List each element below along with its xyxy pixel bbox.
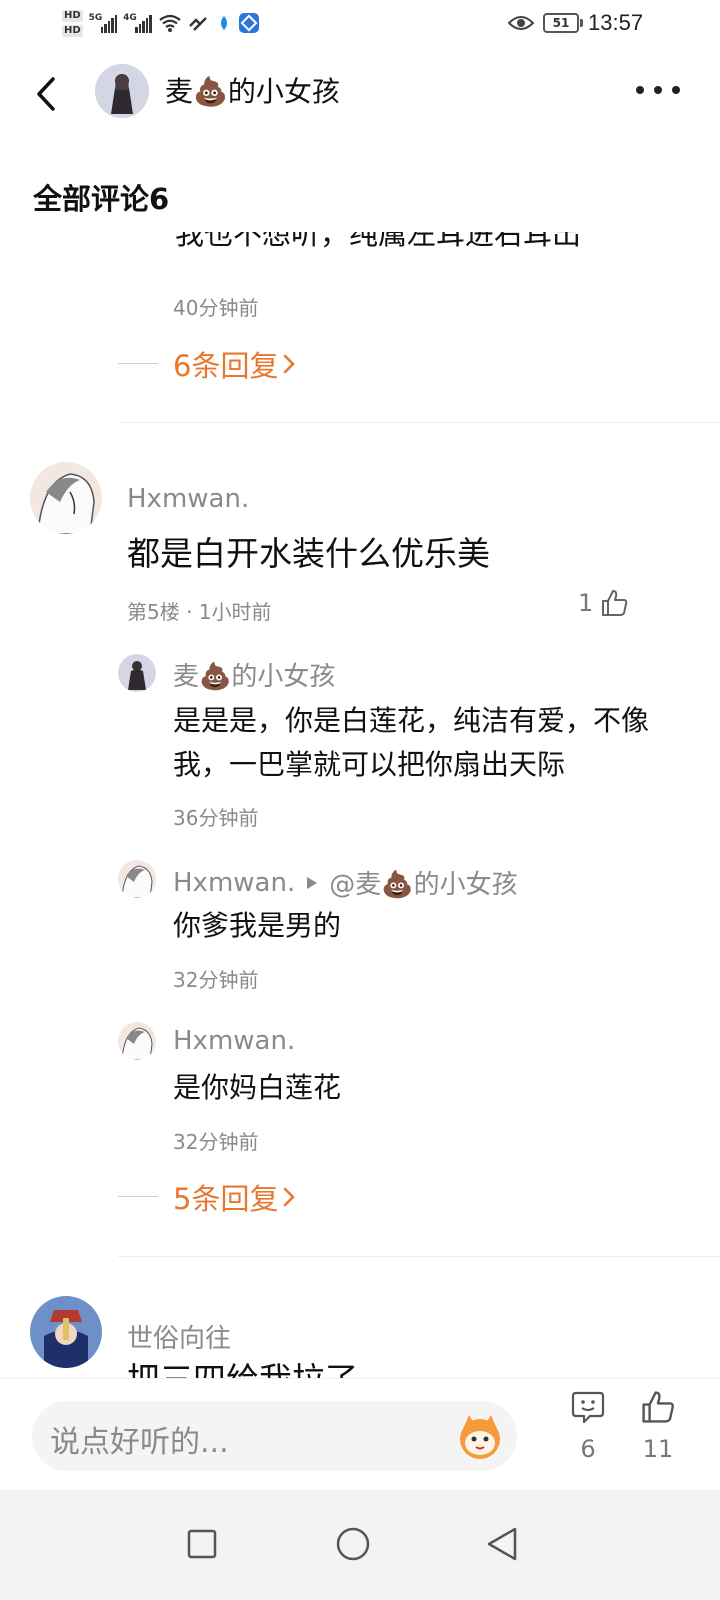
replier-avatar[interactable] (118, 860, 156, 898)
hd-badge: HD (62, 24, 83, 37)
comment-input[interactable]: 说点好听的... (32, 1401, 517, 1471)
input-placeholder: 说点好听的... (50, 1425, 229, 1460)
reply-text: 你爹我是男的 (173, 909, 342, 942)
reply-text: 是是是，你是白莲花，纯洁有爱，不像我，一巴掌就可以把你扇出天际 (173, 704, 650, 781)
divider (118, 422, 720, 423)
emoji-mascot-icon[interactable] (455, 1411, 505, 1461)
clock: 13:57 (588, 10, 644, 35)
app-notification-icon (238, 13, 259, 33)
commenter-name[interactable]: Hxmwan. (127, 484, 249, 514)
divider (118, 1256, 720, 1257)
chevron-left-icon (37, 77, 55, 111)
app-notification-icon (220, 16, 227, 30)
comments-title: 全部评论6 (33, 182, 170, 216)
status-bar: HD HD 5G 4G 51 13:57 (0, 0, 720, 48)
square-icon (187, 1529, 217, 1559)
hd-badge: HD (62, 9, 83, 22)
avatar-image (118, 860, 156, 898)
reply-time: 36分钟前 (173, 806, 259, 830)
replier-avatar[interactable] (118, 654, 156, 692)
play-arrow-icon (307, 876, 318, 889)
reply-divider-line (118, 1196, 158, 1197)
author-avatar[interactable] (95, 64, 149, 118)
reply-text: 是你妈白莲花 (173, 1071, 342, 1104)
comment-count: 6 (580, 1435, 596, 1463)
reply-to-name[interactable]: @麦💩的小女孩 (329, 864, 517, 901)
thumbs-up-icon (602, 590, 628, 616)
comment-meta: 第5楼 · 1小时前 (127, 600, 272, 624)
thumbs-up-icon (642, 1391, 674, 1423)
battery-icon: 51 (543, 13, 583, 33)
commenter-name[interactable]: 世俗向往 (127, 1318, 231, 1355)
back-button[interactable] (30, 72, 62, 116)
view-replies-button[interactable]: 6条回复 (173, 343, 296, 385)
link-icon (188, 17, 207, 31)
like-post-button[interactable]: 11 (628, 1389, 688, 1479)
status-left: HD HD 5G 4G (62, 6, 260, 40)
more-button[interactable] (636, 80, 680, 100)
home-button[interactable] (323, 1514, 383, 1574)
triangle-back-icon (487, 1527, 517, 1561)
view-replies-button[interactable]: 5条回复 (173, 1176, 296, 1218)
wifi-icon (158, 14, 181, 32)
replier-avatar[interactable] (118, 1022, 156, 1060)
like-count: 1 (578, 589, 594, 617)
signal-5g-icon: 5G (89, 13, 118, 33)
recents-button[interactable] (172, 1514, 232, 1574)
system-nav-bar (0, 1490, 720, 1600)
like-count: 11 (642, 1435, 674, 1463)
avatar-image (30, 1296, 102, 1368)
comment-text: 都是白开水装什么优乐美 (127, 534, 490, 573)
comment-bar: 说点好听的... 6 11 (0, 1378, 720, 1490)
more-icon (636, 86, 644, 94)
like-button[interactable]: 1 (578, 588, 629, 618)
chevron-right-icon (284, 354, 296, 374)
replier-name[interactable]: 麦💩的小女孩 (173, 656, 335, 693)
chevron-right-icon (284, 1187, 296, 1207)
reply-time: 32分钟前 (173, 1130, 259, 1154)
author-name[interactable]: 麦💩的小女孩 (165, 72, 340, 112)
partial-reply-text: 我也不想听，纯属左耳进右耳出 (175, 232, 582, 251)
comment-bubble-icon (571, 1391, 605, 1424)
replier-name[interactable]: Hxmwan. (173, 868, 295, 898)
avatar-image (118, 654, 156, 692)
eye-icon (508, 16, 534, 30)
avatar-image (95, 64, 149, 118)
reply-divider-line (118, 363, 158, 364)
signal-4g-icon: 4G (123, 13, 152, 33)
comments-button[interactable]: 6 (558, 1389, 618, 1479)
avatar-image (118, 1022, 156, 1060)
replier-name[interactable]: Hxmwan. (173, 1026, 295, 1056)
commenter-avatar[interactable] (30, 1296, 102, 1368)
commenter-avatar[interactable] (30, 462, 102, 534)
reply-time: 40分钟前 (173, 296, 259, 320)
comment-text: 把三四给我拉了 (127, 1360, 627, 1378)
circle-icon (336, 1527, 370, 1561)
avatar-image (30, 462, 102, 534)
back-nav-button[interactable] (472, 1514, 532, 1574)
reply-time: 32分钟前 (173, 968, 259, 992)
